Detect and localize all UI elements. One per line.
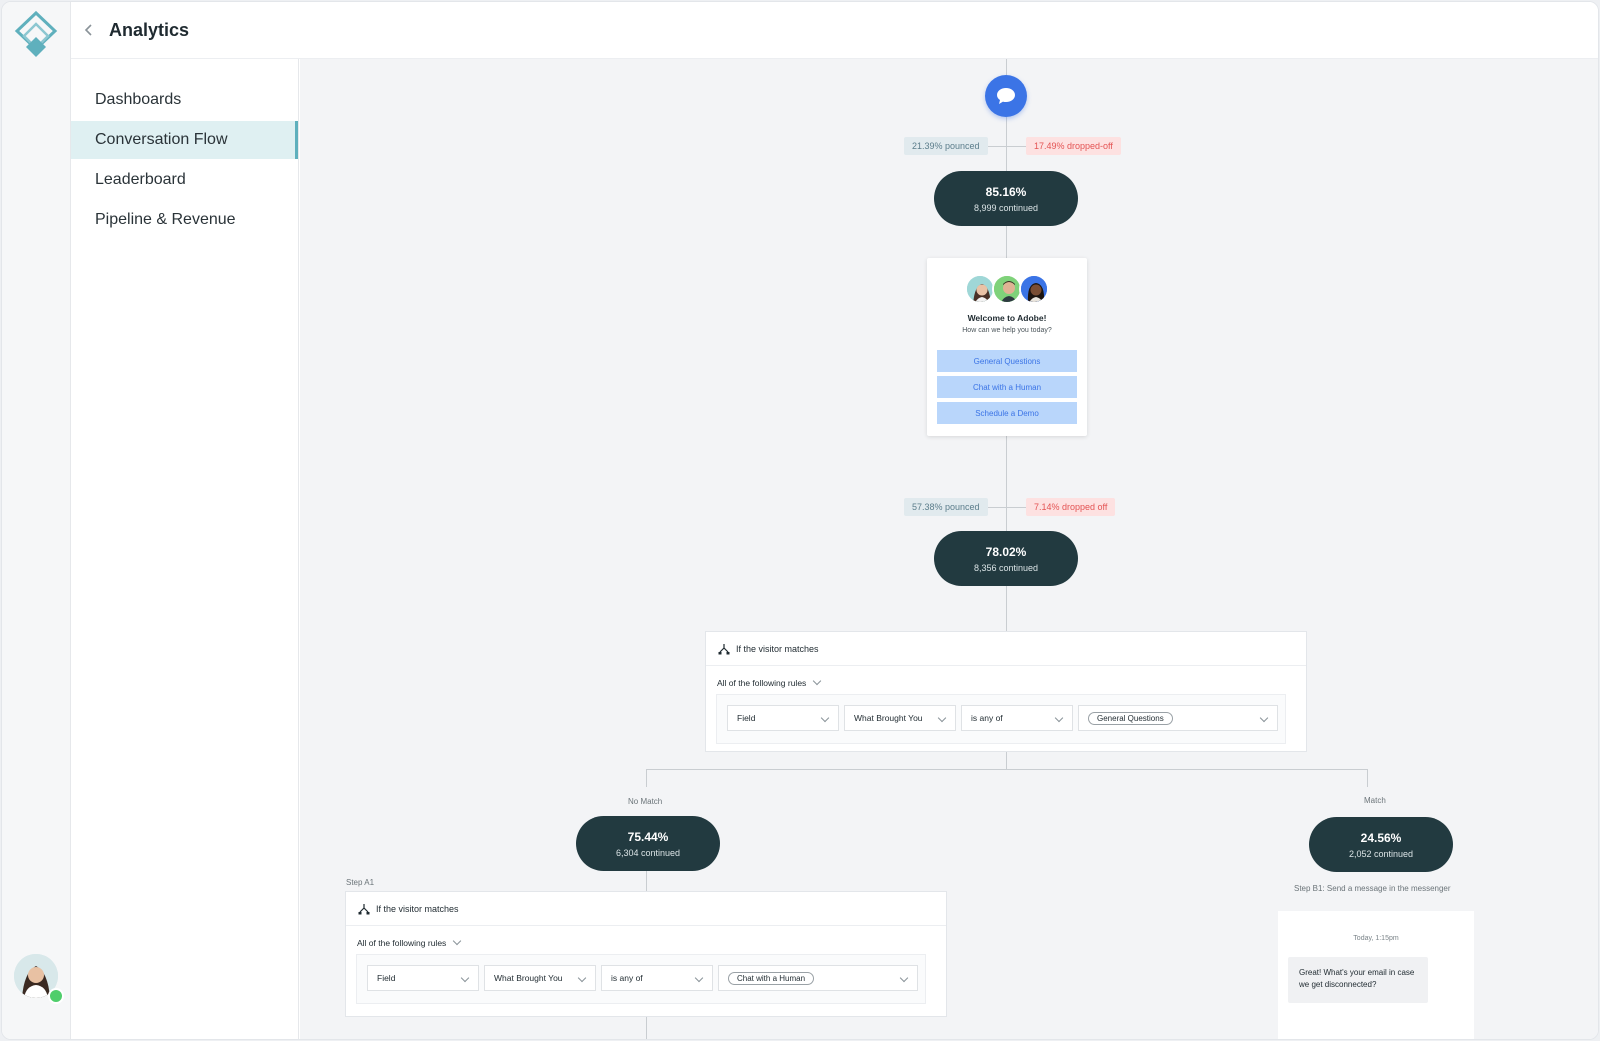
connector-line [646,1017,647,1039]
app-window: Analytics Dashboards Conversation Flow L… [1,1,1599,1040]
step-label-a1: Step A1 [346,878,375,887]
connector-line [1006,752,1007,769]
value-chip: Chat with a Human [728,971,815,985]
analytics-nav: Dashboards Conversation Flow Leaderboard… [71,59,299,1039]
chevron-down-icon [813,676,822,686]
chevron-down-icon [453,936,462,946]
chevron-down-icon [577,973,587,983]
connector-line [646,871,647,891]
visitor-match-rule-card[interactable]: If the visitor matches All of the follow… [705,631,1307,752]
rule-heading-text: If the visitor matches [736,643,819,654]
chevron-down-icon [1259,713,1269,723]
branch-label-match: Match [1364,796,1386,805]
avatar [965,274,995,304]
chevron-down-icon [899,973,909,983]
stage-percentage: 85.16% [985,184,1027,199]
select-value: Field [377,973,396,983]
select-value: is any of [971,713,1003,723]
message-subtitle: How can we help you today? [962,327,1052,334]
property-select[interactable]: What Brought You [844,705,956,731]
connector-line [646,769,647,787]
branch-percentage: 24.56% [1360,830,1402,845]
dropped-off-tag: 7.14% dropped off [1026,498,1116,516]
rule-heading-text: If the visitor matches [376,903,459,914]
logo-icon[interactable] [14,10,58,60]
field-select[interactable]: Field [367,965,479,991]
option-schedule-demo[interactable]: Schedule a Demo [937,402,1077,424]
stage-continued: 8,999 continued [973,202,1039,213]
page-header: Analytics [71,2,1598,59]
stage-metric-pill[interactable]: 78.02% 8,356 continued [934,531,1078,586]
chevron-down-icon [820,713,830,723]
step-label-b1: Step B1: Send a message in the messenger [1294,884,1451,893]
dropped-off-tag: 17.49% dropped-off [1026,137,1121,155]
rule-row: Field What Brought You is any of General… [716,694,1286,744]
chevron-down-icon [694,973,704,983]
branch-icon [718,643,730,654]
property-select[interactable]: What Brought You [484,965,596,991]
page-title: Analytics [109,19,190,40]
value-chip: General Questions [1088,711,1173,725]
avatar [1019,274,1049,304]
message-bubble: Great! What's your email in case we get … [1288,957,1428,1003]
pounced-tag: 21.39% pounced [904,137,988,155]
connector-line [1006,59,1007,75]
stage-continued: 8,356 continued [973,562,1039,573]
branch-continued: 6,304 continued [615,847,681,858]
value-select[interactable]: Chat with a Human [718,965,918,991]
chevron-down-icon [937,713,947,723]
chat-start-node[interactable] [985,75,1027,117]
stage-percentage: 78.02% [985,544,1027,559]
user-avatar[interactable] [14,954,64,1004]
connector-line [1367,769,1368,787]
agent-avatars [965,274,1049,304]
field-select[interactable]: Field [727,705,839,731]
connector-line [646,769,1367,770]
select-value: Field [737,713,756,723]
rule-row: Field What Brought You is any of Chat wi… [356,954,926,1004]
match-mode-text: All of the following rules [357,938,447,948]
rule-heading: If the visitor matches [706,632,1306,666]
branch-metric-pill-no-match[interactable]: 75.44% 6,304 continued [576,816,720,871]
avatar [992,274,1022,304]
match-mode-text: All of the following rules [717,678,807,688]
left-rail [2,2,71,1039]
flow-canvas[interactable]: 21.39% pounced 17.49% dropped-off 85.16%… [300,59,1598,1039]
step-a1-rule-card[interactable]: If the visitor matches All of the follow… [345,891,947,1017]
chevron-down-icon [1054,713,1064,723]
pounced-tag: 57.38% pounced [904,498,988,516]
welcome-message-card[interactable]: Welcome to Adobe! How can we help you to… [927,258,1087,436]
rule-heading: If the visitor matches [346,892,946,926]
online-status-dot [48,988,64,1004]
branch-icon [358,903,370,914]
nav-item-conversation-flow[interactable]: Conversation Flow [71,121,298,159]
option-chat-with-human[interactable]: Chat with a Human [937,376,1077,398]
chevron-left-icon[interactable] [81,22,97,38]
value-select[interactable]: General Questions [1078,705,1278,731]
message-title: Welcome to Adobe! [967,313,1047,323]
message-timestamp: Today, 1:15pm [1353,935,1399,942]
stage-metric-pill[interactable]: 85.16% 8,999 continued [934,171,1078,226]
select-value: is any of [611,973,643,983]
branch-label-no-match: No Match [628,797,663,806]
chevron-down-icon [460,973,470,983]
messenger-preview[interactable]: Today, 1:15pm Great! What's your email i… [1278,911,1474,1039]
nav-item-dashboards[interactable]: Dashboards [71,81,298,119]
nav-item-pipeline-revenue[interactable]: Pipeline & Revenue [71,201,298,239]
select-value: What Brought You [494,973,563,983]
chat-bubble-icon [997,88,1015,104]
branch-continued: 2,052 continued [1348,848,1414,859]
nav-item-leaderboard[interactable]: Leaderboard [71,161,298,199]
option-general-questions[interactable]: General Questions [937,350,1077,372]
operator-select[interactable]: is any of [961,705,1073,731]
branch-percentage: 75.44% [627,829,669,844]
select-value: What Brought You [854,713,923,723]
branch-metric-pill-match[interactable]: 24.56% 2,052 continued [1309,817,1453,872]
operator-select[interactable]: is any of [601,965,713,991]
